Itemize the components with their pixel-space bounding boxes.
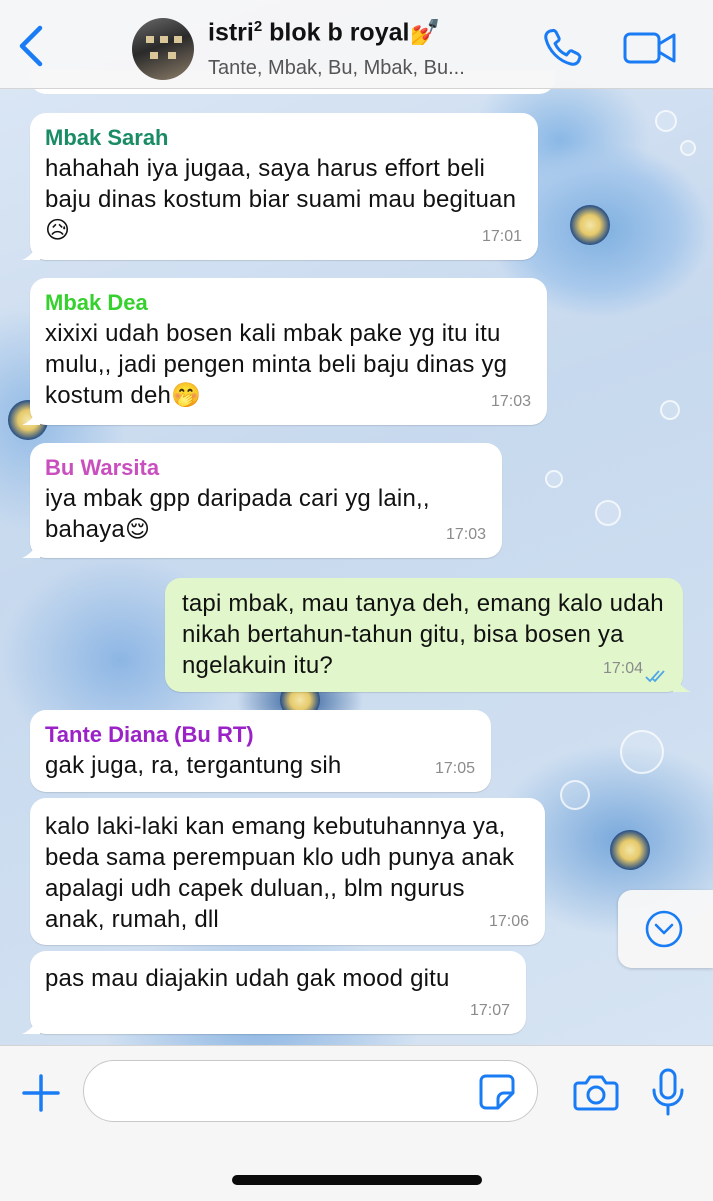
group-avatar[interactable] bbox=[132, 18, 194, 80]
bubble-tail bbox=[22, 540, 40, 558]
message-bubble[interactable]: Bu Warsita iya mbak gpp daripada cari yg… bbox=[22, 443, 502, 558]
water-drop-decoration bbox=[560, 780, 590, 810]
message-sender[interactable]: Tante Diana (Bu RT) bbox=[45, 720, 477, 750]
message-time: 17:06 bbox=[488, 913, 529, 930]
phone-icon[interactable] bbox=[540, 26, 586, 70]
message-bubble[interactable]: Tante Diana (Bu RT) gak juga, ra, tergan… bbox=[30, 710, 491, 792]
water-drop-decoration bbox=[545, 470, 563, 488]
message-time: 17:05 bbox=[434, 760, 475, 777]
camera-icon[interactable] bbox=[573, 1072, 619, 1112]
flower-decoration bbox=[610, 830, 650, 870]
message-input[interactable] bbox=[83, 1060, 538, 1122]
message-text: gak juga, ra, tergantung sih bbox=[45, 752, 342, 779]
message-bubble[interactable]: Mbak Sarah hahahah iya jugaa, saya harus… bbox=[22, 113, 538, 260]
message-time: 17:04 bbox=[602, 660, 643, 677]
plus-icon[interactable] bbox=[20, 1072, 62, 1114]
message-text: iya mbak gpp daripada cari yg lain,, bah… bbox=[45, 485, 430, 543]
message-sender[interactable]: Mbak Sarah bbox=[45, 123, 524, 153]
water-drop-decoration bbox=[660, 400, 680, 420]
bubble-tail bbox=[22, 242, 40, 260]
water-drop-decoration bbox=[595, 500, 621, 526]
message-sender[interactable]: Bu Warsita bbox=[45, 453, 488, 483]
message-text: kalo laki-laki kan emang kebutuhannya ya… bbox=[45, 813, 515, 933]
message-time: 17:01 bbox=[481, 228, 522, 245]
bubble-tail bbox=[673, 674, 691, 692]
message-text: hahahah iya jugaa, saya harus effort bel… bbox=[45, 155, 517, 244]
group-members[interactable]: Tante, Mbak, Bu, Mbak, Bu... bbox=[208, 57, 465, 80]
scroll-to-bottom-button[interactable] bbox=[618, 890, 713, 968]
message-bubble[interactable]: kalo laki-laki kan emang kebutuhannya ya… bbox=[30, 798, 545, 945]
chevron-left-icon[interactable] bbox=[14, 24, 48, 68]
video-camera-icon[interactable] bbox=[622, 28, 678, 68]
water-drop-decoration bbox=[680, 140, 696, 156]
nail-polish-icon: 💅 bbox=[409, 18, 441, 47]
chat-header: istri2 blok b royal💅 Tante, Mbak, Bu, Mb… bbox=[0, 0, 713, 89]
water-drop-decoration bbox=[655, 110, 677, 132]
message-text: pas mau diajakin udah gak mood gitu bbox=[45, 965, 450, 992]
microphone-icon[interactable] bbox=[650, 1068, 686, 1116]
sticker-icon[interactable] bbox=[478, 1073, 516, 1111]
read-ticks-icon bbox=[645, 670, 665, 683]
group-title[interactable]: istri2 blok b royal💅 bbox=[208, 18, 441, 47]
message-bubble-outgoing[interactable]: tapi mbak, mau tanya deh, emang kalo uda… bbox=[165, 578, 691, 692]
message-time: 17:03 bbox=[445, 526, 486, 543]
message-bubble[interactable]: pas mau diajakin udah gak mood gitu 17:0… bbox=[22, 951, 526, 1034]
home-indicator[interactable] bbox=[232, 1175, 482, 1185]
message-text: xixixi udah bosen kali mbak pake yg itu … bbox=[45, 320, 508, 409]
message-time: 17:07 bbox=[469, 1002, 510, 1019]
chevron-down-circle-icon bbox=[645, 910, 683, 948]
message-sender[interactable]: Mbak Dea bbox=[45, 288, 533, 318]
bubble-tail bbox=[22, 407, 40, 425]
message-time: 17:03 bbox=[490, 393, 531, 410]
water-drop-decoration bbox=[620, 730, 664, 774]
message-text: tapi mbak, mau tanya deh, emang kalo uda… bbox=[182, 590, 664, 679]
flower-decoration bbox=[570, 205, 610, 245]
bubble-tail bbox=[22, 1016, 40, 1034]
message-bubble[interactable]: Mbak Dea xixixi udah bosen kali mbak pak… bbox=[22, 278, 547, 425]
